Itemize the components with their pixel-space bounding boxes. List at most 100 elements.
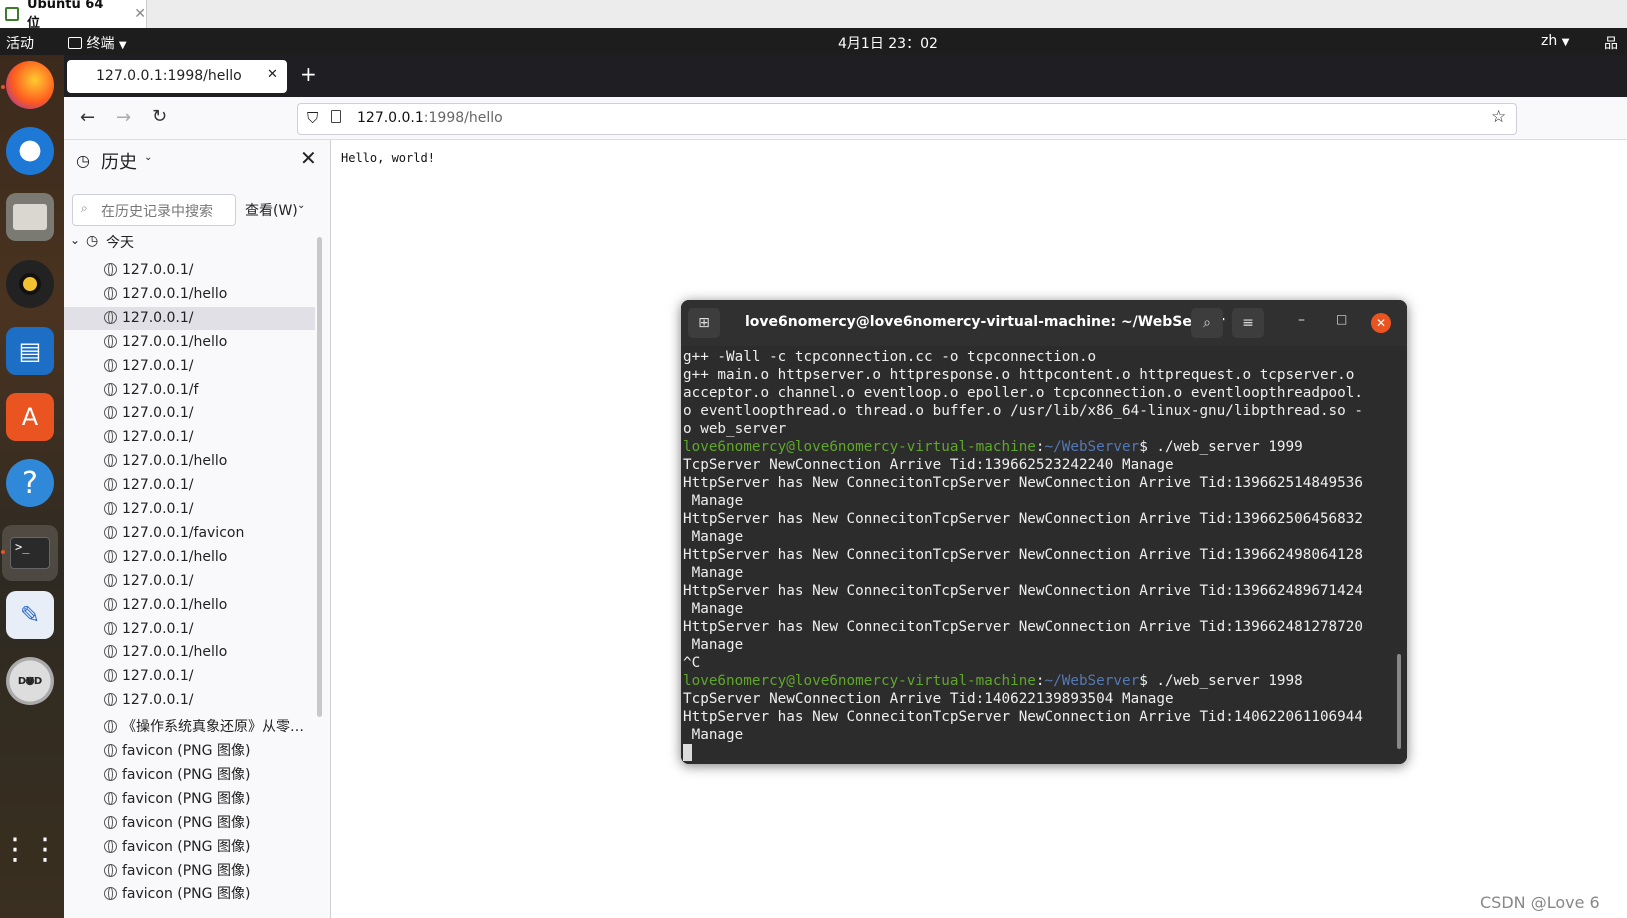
vm-tab-close-icon[interactable]: ✕: [134, 6, 146, 22]
dock: ▤ A ? >_ ✎ DVD ⋮⋮: [0, 55, 64, 918]
vm-tab[interactable]: Ubuntu 64 位 ✕: [0, 0, 147, 31]
firefox-icon[interactable]: [6, 61, 54, 109]
shield-icon[interactable]: ⛉: [307, 109, 318, 127]
text-editor-icon[interactable]: ✎: [6, 591, 54, 639]
history-item-label: 127.0.0.1/: [122, 357, 194, 374]
help-icon[interactable]: ?: [6, 459, 54, 507]
history-item[interactable]: 127.0.0.1/hello: [104, 453, 227, 469]
history-item[interactable]: 127.0.0.1/: [104, 668, 194, 684]
history-item[interactable]: favicon (PNG 图像): [104, 740, 250, 760]
thunderbird-icon[interactable]: [6, 127, 54, 175]
history-item[interactable]: 127.0.0.1/: [104, 573, 194, 589]
files-icon[interactable]: [6, 193, 54, 241]
terminal-dock-highlight[interactable]: >_: [2, 525, 58, 581]
new-tab-button[interactable]: +: [300, 62, 317, 86]
browser-tab[interactable]: 127.0.0.1:1998/hello ✕: [67, 60, 287, 93]
back-icon[interactable]: ←: [80, 107, 95, 128]
history-item[interactable]: 127.0.0.1/: [104, 429, 194, 445]
dvd-icon[interactable]: DVD: [6, 657, 54, 705]
terminal-output-line: HttpServer has New ConnecitonTcpServer N…: [683, 511, 1363, 527]
history-item[interactable]: 《操作系统真象还原》从零…: [104, 716, 304, 736]
close-icon[interactable]: ✕: [300, 146, 317, 170]
sidebar-scrollbar[interactable]: [317, 237, 322, 717]
history-item-label: favicon (PNG 图像): [122, 838, 251, 855]
history-item[interactable]: 127.0.0.1/hello: [104, 597, 227, 613]
writer-icon[interactable]: ▤: [6, 327, 54, 375]
new-tab-icon[interactable]: ⊞: [688, 308, 720, 338]
globe-icon: [104, 815, 117, 829]
terminal-output-line: Manage: [683, 529, 744, 545]
history-item[interactable]: 127.0.0.1/hello: [104, 334, 227, 350]
group-collapse-icon[interactable]: ⌄: [70, 233, 80, 247]
history-item[interactable]: favicon (PNG 图像): [104, 860, 250, 880]
terminal-window[interactable]: ⊞ love6nomercy@love6nomercy-virtual-mach…: [681, 300, 1407, 764]
history-item[interactable]: 127.0.0.1/: [104, 692, 194, 708]
hamburger-menu-icon[interactable]: ≡: [1232, 308, 1264, 338]
globe-icon: [104, 382, 117, 396]
bookmark-star-icon[interactable]: ☆: [1491, 107, 1506, 127]
clock[interactable]: 4月1日 23：02: [838, 33, 938, 53]
history-item-label: favicon (PNG 图像): [122, 886, 251, 903]
history-item[interactable]: 127.0.0.1/: [104, 405, 194, 421]
forward-icon[interactable]: →: [116, 107, 131, 128]
vm-tab-strip: [0, 0, 1627, 29]
view-menu-button[interactable]: 查看(W): [245, 200, 298, 220]
history-item-label: 127.0.0.1/hello: [122, 333, 228, 350]
prompt-path: ~/WebServer: [1044, 673, 1140, 689]
browser-tab-strip: [64, 55, 1627, 97]
search-icon[interactable]: ⌕: [1191, 308, 1223, 338]
history-item[interactable]: 127.0.0.1/: [104, 477, 194, 493]
rhythmbox-icon[interactable]: [6, 260, 54, 308]
history-item[interactable]: favicon (PNG 图像): [104, 836, 250, 856]
maximize-icon[interactable]: □: [1336, 312, 1347, 326]
terminal-output-line: HttpServer has New ConnecitonTcpServer N…: [683, 475, 1363, 491]
prompt-separator: :: [1035, 439, 1045, 455]
terminal-title: love6nomercy@love6nomercy-virtual-machin…: [745, 314, 1225, 330]
sidebar-title[interactable]: 历史: [101, 148, 137, 174]
globe-icon: [104, 767, 117, 781]
terminal-scrollbar[interactable]: [1397, 654, 1401, 749]
history-group-today[interactable]: 今天: [106, 232, 134, 252]
history-item-label: 127.0.0.1/hello: [122, 453, 228, 470]
vm-tab-title: Ubuntu 64 位: [26, 0, 104, 31]
history-item[interactable]: favicon (PNG 图像): [104, 883, 250, 903]
history-search-input[interactable]: ⌕ 在历史记录中搜索: [72, 194, 236, 226]
close-icon[interactable]: ✕: [1371, 313, 1391, 333]
history-item[interactable]: 127.0.0.1/hello: [104, 286, 227, 302]
history-item[interactable]: 127.0.0.1/: [104, 358, 194, 374]
history-item[interactable]: 127.0.0.1/: [104, 621, 194, 637]
watermark: CSDN @Love 6: [1480, 893, 1600, 912]
minimize-icon[interactable]: –: [1298, 312, 1305, 328]
show-apps-icon[interactable]: ⋮⋮: [0, 825, 60, 873]
terminal-body[interactable]: g++ -Wall -c tcpconnection.cc -o tcpconn…: [681, 346, 1407, 764]
history-item[interactable]: favicon (PNG 图像): [104, 788, 250, 808]
history-item[interactable]: 127.0.0.1/hello: [104, 549, 227, 565]
tab-close-icon[interactable]: ✕: [267, 67, 278, 82]
network-icon[interactable]: 品: [1604, 33, 1618, 53]
globe-icon: [104, 621, 117, 635]
software-center-icon[interactable]: A: [6, 393, 54, 441]
page-icon[interactable]: [331, 110, 341, 123]
history-item-label: favicon (PNG 图像): [122, 862, 251, 879]
history-item[interactable]: 127.0.0.1/: [104, 262, 194, 278]
globe-icon: [104, 693, 117, 707]
reload-icon[interactable]: ↻: [152, 106, 167, 127]
history-item-label: 127.0.0.1/: [122, 572, 194, 589]
url-bar[interactable]: ⛉ 127.0.0.1:1998/hello ☆: [297, 103, 1517, 135]
history-item[interactable]: 127.0.0.1/f: [104, 382, 198, 398]
running-indicator: [1, 85, 5, 89]
history-item[interactable]: favicon (PNG 图像): [104, 764, 250, 784]
history-item[interactable]: favicon (PNG 图像): [104, 812, 250, 832]
app-menu[interactable]: 终端 ▼: [68, 33, 127, 53]
chevron-down-icon[interactable]: ⌄: [144, 152, 152, 163]
history-item[interactable]: 127.0.0.1/favicon: [104, 525, 244, 541]
history-item-label: 127.0.0.1/hello: [122, 548, 228, 565]
terminal-output-line: HttpServer has New ConnecitonTcpServer N…: [683, 619, 1363, 635]
chevron-down-icon[interactable]: ⌄: [297, 200, 305, 211]
language-label: zh: [1541, 33, 1558, 49]
activities-button[interactable]: 活动: [6, 33, 34, 53]
language-menu[interactable]: zh ▼: [1541, 33, 1569, 49]
history-item[interactable]: 127.0.0.1/: [104, 501, 194, 517]
history-item[interactable]: 127.0.0.1/hello: [104, 644, 227, 660]
history-item[interactable]: 127.0.0.1/: [104, 310, 194, 326]
